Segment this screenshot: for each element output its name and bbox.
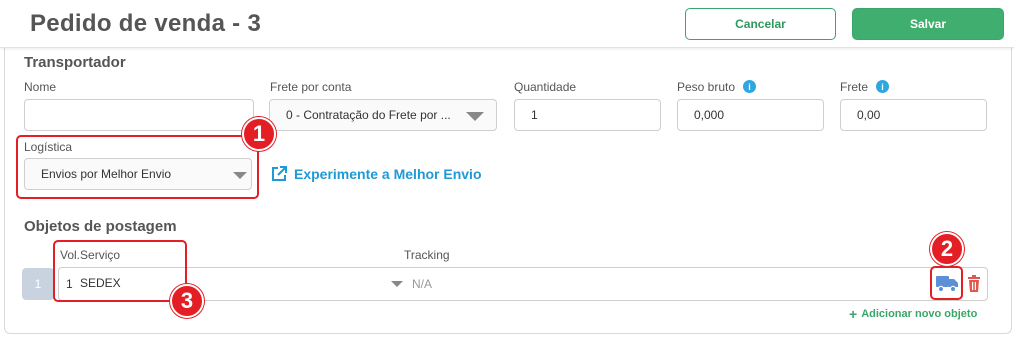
servico-value: SEDEX xyxy=(80,276,121,290)
chevron-down-icon xyxy=(466,112,484,121)
add-object-label: Adicionar novo objeto xyxy=(861,308,978,320)
row-number: 1 xyxy=(22,268,54,300)
tracking-column-label: Tracking xyxy=(404,248,450,262)
shipping-truck-button[interactable] xyxy=(935,273,959,298)
peso-bruto-input[interactable]: 0,000 xyxy=(677,99,824,131)
frete-label: Frete xyxy=(840,80,869,94)
vol-value: 1 xyxy=(66,277,73,291)
save-button[interactable]: Salvar xyxy=(852,8,1004,40)
info-icon[interactable]: i xyxy=(743,80,756,93)
add-object-button[interactable]: + Adicionar novo objeto xyxy=(849,306,977,322)
page-title: Pedido de venda - 3 xyxy=(30,10,262,37)
melhor-envio-link[interactable]: Experimente a Melhor Envio xyxy=(270,165,482,183)
quantidade-input[interactable]: 1 xyxy=(514,99,661,131)
truck-icon xyxy=(936,276,958,293)
section-title-transportador: Transportador xyxy=(24,54,126,71)
peso-bruto-label: Peso bruto xyxy=(677,80,736,94)
chevron-down-icon xyxy=(391,281,403,287)
delete-button[interactable] xyxy=(967,275,981,297)
plus-icon: + xyxy=(849,306,858,322)
section-title-objetos: Objetos de postagem xyxy=(24,218,177,235)
servico-select[interactable]: SEDEX xyxy=(80,276,410,292)
annotation-badge-2: 2 xyxy=(930,232,964,266)
melhor-envio-link-label: Experimente a Melhor Envio xyxy=(294,166,482,182)
logistica-label: Logística xyxy=(24,140,73,154)
trash-icon xyxy=(968,275,980,292)
logistica-select[interactable]: Envios por Melhor Envio xyxy=(24,158,252,190)
nome-label: Nome xyxy=(24,80,57,94)
chevron-down-icon xyxy=(233,172,247,179)
quantidade-label: Quantidade xyxy=(514,80,577,94)
info-icon[interactable]: i xyxy=(876,80,889,93)
logistica-value: Envios por Melhor Envio xyxy=(41,167,172,181)
tracking-value[interactable]: N/A xyxy=(412,277,432,291)
frete-por-conta-value: 0 - Contratação do Frete por ... xyxy=(286,108,451,122)
external-link-icon xyxy=(272,166,287,181)
cancel-button[interactable]: Cancelar xyxy=(685,8,836,40)
frete-por-conta-label: Frete por conta xyxy=(270,80,352,94)
annotation-badge-3: 3 xyxy=(170,284,204,318)
page-header: Pedido de venda - 3 Cancelar Salvar xyxy=(0,0,1014,48)
annotation-badge-1: 1 xyxy=(242,117,276,151)
highlight-box-vol-servico xyxy=(53,240,187,302)
frete-input[interactable]: 0,00 xyxy=(840,99,987,131)
nome-input[interactable] xyxy=(24,99,254,131)
frete-por-conta-select[interactable]: 0 - Contratação do Frete por ... xyxy=(269,99,497,131)
